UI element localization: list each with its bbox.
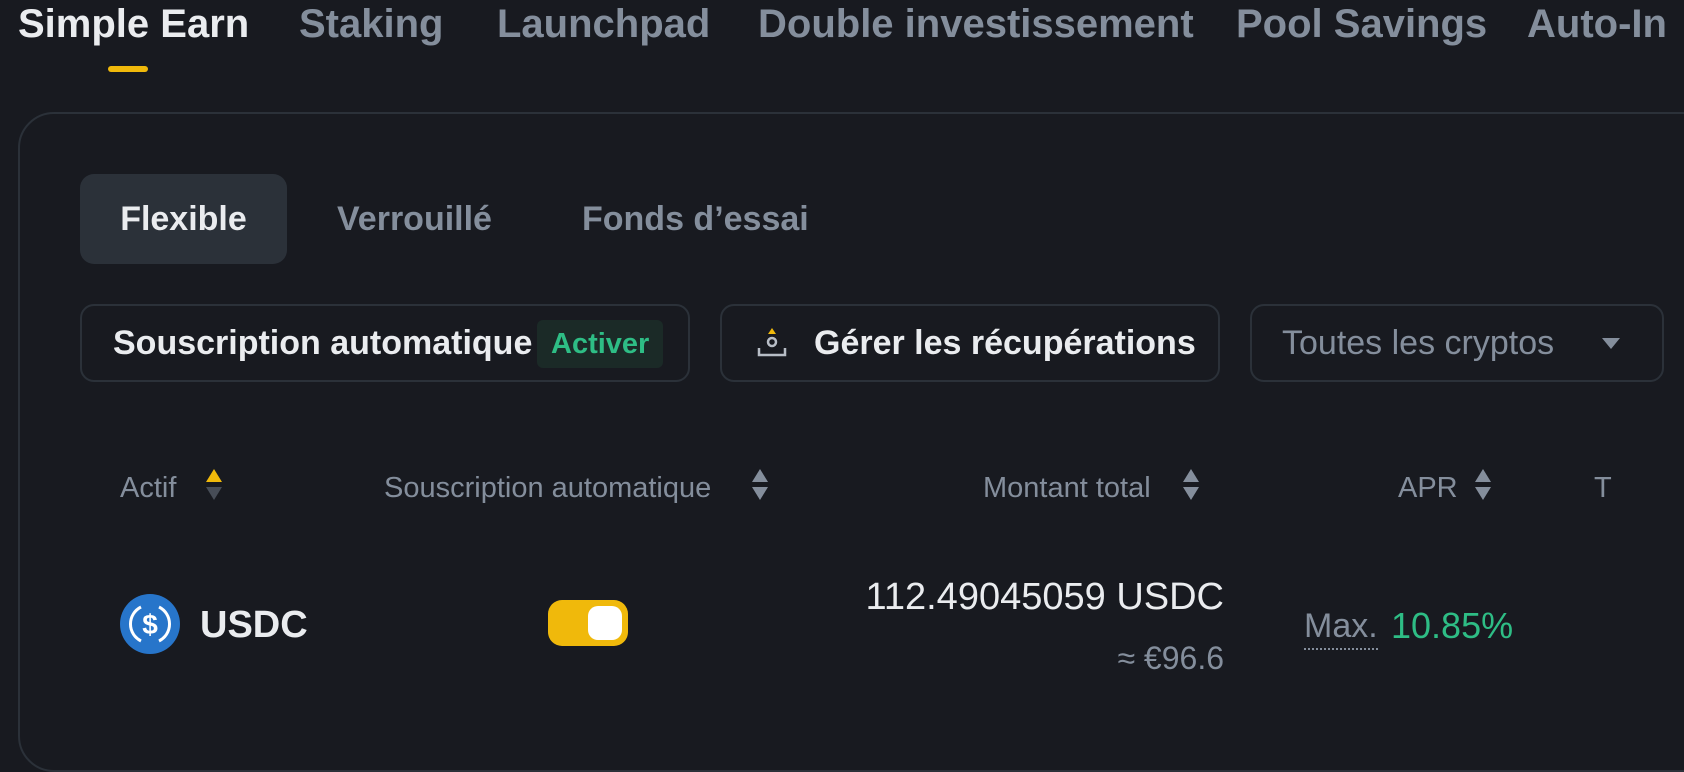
caret-down-icon [1602, 338, 1620, 349]
auto-subscribe-box[interactable]: Souscription automatique Activer [80, 304, 690, 382]
header-asset[interactable]: Actif [120, 468, 176, 508]
crypto-filter-value: Toutes les cryptos [1282, 324, 1555, 362]
header-next-column[interactable]: T [1594, 468, 1612, 508]
tab-launchpad[interactable]: Launchpad [497, 2, 710, 46]
manage-redemptions-button[interactable]: Gérer les récupérations [720, 304, 1220, 382]
header-total-amount[interactable]: Montant total [983, 468, 1151, 508]
usdc-coin-icon: $ [120, 594, 180, 654]
apr-value: 10.85% [1391, 605, 1514, 646]
activate-badge[interactable]: Activer [537, 320, 664, 368]
subtab-trial-funds[interactable]: Fonds d’essai [582, 174, 809, 264]
header-auto-subscribe[interactable]: Souscription automatique [384, 468, 711, 508]
apr-max-label[interactable]: Max. [1304, 604, 1378, 650]
auto-subscribe-label: Souscription automatique [113, 324, 533, 362]
header-apr[interactable]: APR [1398, 468, 1458, 508]
sort-icon[interactable] [1183, 467, 1199, 503]
subtab-locked[interactable]: Verrouillé [337, 174, 492, 264]
total-amount: 112.49045059 USDC [865, 576, 1224, 618]
tab-simple-earn[interactable]: Simple Earn [18, 2, 249, 46]
svg-text:$: $ [142, 609, 158, 640]
asset-name: USDC [200, 604, 308, 646]
tab-staking[interactable]: Staking [299, 2, 443, 46]
tab-pool-savings[interactable]: Pool Savings [1236, 2, 1487, 46]
sort-icon[interactable] [206, 467, 222, 503]
redeem-icon [757, 328, 787, 357]
total-amount-eur: ≈ €96.6 [1117, 640, 1224, 676]
active-tab-indicator [108, 66, 148, 72]
manage-redemptions-label: Gérer les récupérations [814, 324, 1196, 362]
tab-auto-invest[interactable]: Auto-In [1527, 2, 1667, 46]
tab-dual-investment[interactable]: Double investissement [758, 2, 1194, 46]
auto-subscribe-toggle[interactable] [548, 600, 628, 646]
subtab-flexible[interactable]: Flexible [80, 174, 287, 264]
earn-top-tabs: Simple Earn Staking Launchpad Double inv… [0, 0, 1684, 80]
sort-icon[interactable] [752, 467, 768, 503]
sort-icon[interactable] [1475, 467, 1491, 503]
crypto-filter-dropdown[interactable]: Toutes les cryptos [1250, 304, 1664, 382]
